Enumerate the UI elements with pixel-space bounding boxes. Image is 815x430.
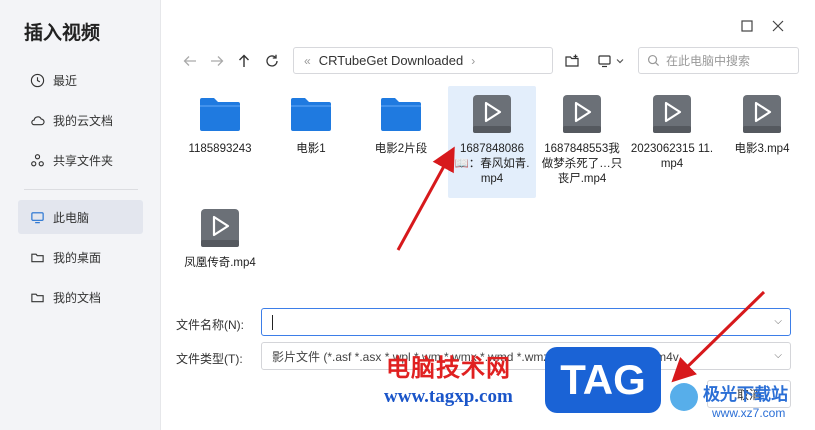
sidebar-divider: [24, 189, 138, 190]
filename-label: 文件名称(N):: [176, 318, 244, 332]
file-name: 1687848086📖：春风如青.mp4: [454, 143, 530, 185]
up-button[interactable]: [234, 51, 254, 71]
video-file-icon: [198, 206, 242, 250]
file-name: 1185893243: [188, 143, 252, 155]
close-button[interactable]: [770, 18, 786, 34]
video-file-icon: [740, 92, 784, 136]
refresh-button[interactable]: [262, 51, 282, 71]
folder-icon: [31, 253, 44, 262]
dialog-title: 插入视频: [24, 23, 101, 44]
share-icon: [31, 153, 44, 166]
view-mode-icon: [598, 55, 624, 68]
watermark-site-url: www.tagxp.com: [384, 386, 513, 407]
sidebar-item-label: 此电脑: [53, 210, 90, 225]
video-file-icon: [650, 92, 694, 136]
refresh-icon: [266, 54, 278, 67]
file-item[interactable]: 电影3.mp4: [718, 86, 806, 198]
cancel-button[interactable]: 取消: [707, 380, 791, 408]
sidebar-item-desktop[interactable]: 我的桌面: [18, 240, 143, 274]
file-item[interactable]: 1687848553我做梦杀死了…只丧尸.mp4: [538, 86, 626, 198]
path-expand-chevron[interactable]: ›: [471, 54, 475, 68]
sidebar-item-label: 共享文件夹: [53, 153, 114, 168]
maximize-icon: [741, 20, 753, 32]
file-item[interactable]: 电影1: [267, 86, 355, 198]
arrow-up-icon: [239, 54, 249, 67]
back-button[interactable]: [180, 51, 200, 71]
path-current-folder[interactable]: CRTubeGet Downloaded: [319, 53, 464, 68]
sidebar-item-cloud-docs[interactable]: 我的云文档: [18, 103, 143, 137]
sidebar-item-label: 我的文档: [53, 290, 102, 305]
video-file-icon: [560, 92, 604, 136]
file-item[interactable]: 2023062315 11.mp4: [628, 86, 716, 198]
file-item[interactable]: 1185893243: [176, 86, 264, 198]
search-placeholder: 在此电脑中搜索: [666, 54, 751, 68]
chevron-down-icon[interactable]: ⌵: [774, 316, 782, 327]
arrow-right-icon: [211, 56, 224, 66]
sidebar: 插入视频 最近 我的云文档 共享文件夹 此电脑 我的桌面 我的文档: [0, 0, 161, 430]
arrow-left-icon: [183, 56, 196, 66]
cloud-icon: [31, 115, 45, 125]
sidebar-item-documents[interactable]: 我的文档: [18, 280, 143, 314]
filetype-label: 文件类型(T):: [176, 352, 243, 366]
sidebar-item-label: 最近: [53, 73, 78, 88]
new-folder-button[interactable]: [562, 51, 582, 71]
filetype-select[interactable]: 影片文件 (*.asf *.asx *.wpl *.wm *.wmx *.wmd…: [261, 342, 791, 370]
maximize-button[interactable]: [739, 18, 755, 34]
file-name: 电影2片段: [374, 143, 428, 155]
watermark-right-logo-icon: [670, 383, 698, 411]
search-input[interactable]: 在此电脑中搜索: [638, 47, 799, 74]
new-folder-icon: [565, 54, 579, 67]
text-caret: [272, 314, 273, 330]
folder-icon: [198, 92, 242, 136]
sidebar-item-shared-folder[interactable]: 共享文件夹: [18, 143, 143, 177]
file-name: 电影3.mp4: [734, 143, 790, 155]
file-name: 1687848553我做梦杀死了…只丧尸.mp4: [541, 143, 623, 185]
forward-button[interactable]: [207, 51, 227, 71]
file-name: 电影1: [296, 143, 326, 155]
search-icon: [647, 54, 660, 67]
filetype-value: 影片文件 (*.asf *.asx *.wpl *.wm *.wmx *.wmd…: [272, 349, 679, 364]
path-overflow-chevron[interactable]: «: [304, 54, 311, 68]
sidebar-item-recent[interactable]: 最近: [18, 63, 143, 97]
cancel-label: 取消: [736, 387, 761, 402]
folder-icon: [289, 92, 333, 136]
file-item[interactable]: 电影2片段: [357, 86, 445, 198]
filename-input[interactable]: ⌵: [261, 308, 791, 336]
folder-icon: [379, 92, 423, 136]
sidebar-item-label: 我的云文档: [53, 113, 114, 128]
video-file-icon: [470, 92, 514, 136]
chevron-down-icon[interactable]: ⌵: [774, 350, 782, 361]
sidebar-item-label: 我的桌面: [53, 250, 102, 265]
file-item-selected[interactable]: 1687848086📖：春风如青.mp4: [448, 86, 536, 198]
file-item[interactable]: 凤凰传奇.mp4: [176, 200, 264, 312]
folder-icon: [31, 293, 44, 302]
file-name: 凤凰传奇.mp4: [184, 257, 256, 269]
close-icon: [772, 20, 784, 32]
computer-icon: [31, 211, 44, 223]
view-mode-button[interactable]: [595, 51, 629, 71]
sidebar-item-this-pc[interactable]: 此电脑: [18, 200, 143, 234]
clock-icon: [30, 73, 45, 87]
path-breadcrumb[interactable]: « CRTubeGet Downloaded ›: [293, 47, 553, 74]
watermark-right-url: www.xz7.com: [712, 406, 786, 420]
file-name: 2023062315 11.mp4: [630, 143, 714, 170]
